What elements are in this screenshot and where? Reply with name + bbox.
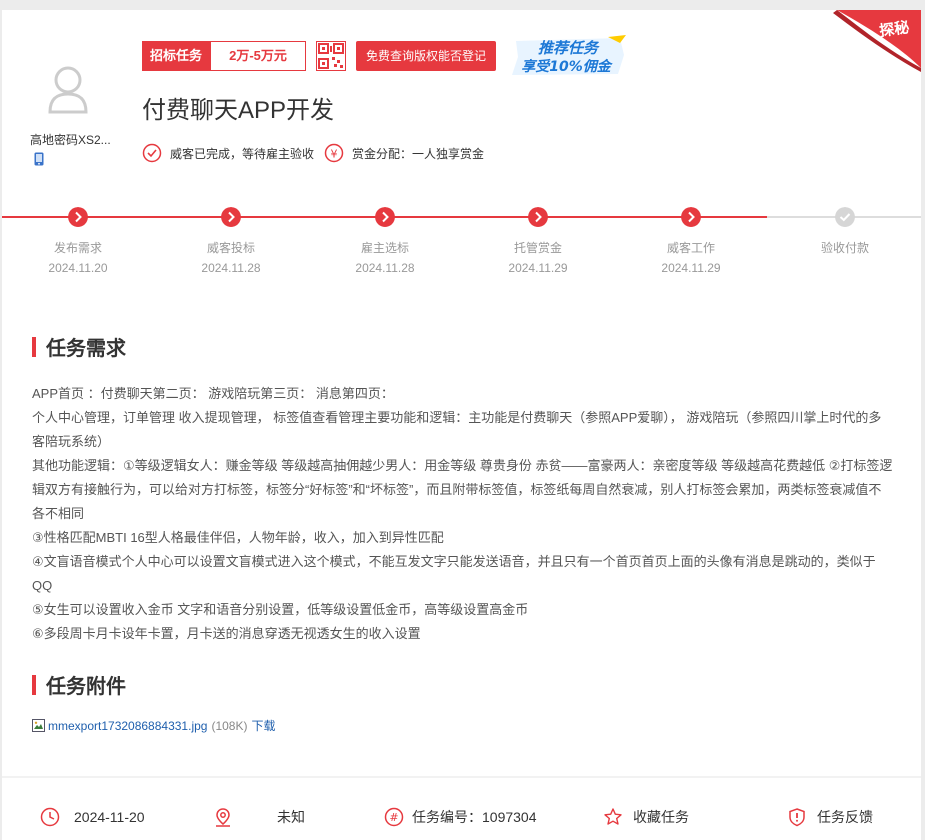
- step-date: 2024.11.20: [48, 261, 108, 275]
- step-arrow-icon: [221, 207, 241, 227]
- check-circle-icon: [142, 143, 162, 163]
- bid-task-tag: 招标任务: [142, 41, 211, 71]
- progress-step: 威客投标 2024.11.28: [171, 205, 291, 275]
- attachment-file-size: (108K): [211, 718, 248, 733]
- reward-split-text: 赏金分配：一人独享赏金: [352, 146, 485, 161]
- price-range: 2万-5万元: [210, 41, 307, 71]
- requirements-text: APP首页 ：付费聊天第二页： 游戏陪玩第三页： 消息第四页： 个人中心管理，订…: [32, 382, 894, 646]
- divider: [2, 776, 921, 778]
- task-feedback-button[interactable]: 任务反馈: [787, 800, 873, 834]
- requirement-line: APP首页 ：付费聊天第二页： 游戏陪玩第三页： 消息第四页：: [32, 386, 394, 401]
- progress-step: 雇主选标 2024.11.28: [325, 205, 445, 275]
- task-footer: 2024-11-20 未知 # 任务编号：1097304 收藏任务 任务反馈: [2, 800, 921, 834]
- progress-step: 发布需求 2024.11.20: [18, 205, 138, 275]
- step-label: 雇主选标: [360, 241, 409, 255]
- footer-location: 未知: [213, 800, 305, 834]
- recommended-task-promo[interactable]: 推荐任务 享受10%佣金: [508, 35, 628, 77]
- image-file-icon: [32, 719, 45, 732]
- yen-circle-icon: ¥: [324, 143, 344, 163]
- step-arrow-icon: [375, 207, 395, 227]
- requirement-line: 其他功能逻辑：①等级逻辑女人：赚金等级 等级越高抽佣越少男人：用金等级 尊贵身份…: [32, 458, 893, 521]
- attachment-download-link[interactable]: 下载: [251, 717, 275, 734]
- user-name[interactable]: 高地密码XS2...: [30, 131, 114, 148]
- avatar[interactable]: [36, 58, 100, 122]
- task-card: 探秘 高地密码XS2... 招标任务 2万-5万元 免费查询版权能否登记 推荐任…: [2, 10, 921, 840]
- qr-code-icon[interactable]: [316, 41, 347, 71]
- promo-line1: 推荐任务: [538, 39, 600, 57]
- step-arrow-icon: [528, 207, 548, 227]
- clock-icon: [40, 807, 60, 827]
- phone-verified-icon: [34, 152, 44, 166]
- progress-step: 威客工作 2024.11.29: [631, 205, 751, 275]
- step-label: 发布需求: [53, 241, 102, 255]
- step-label: 威客投标: [206, 241, 255, 255]
- task-status-row: 威客已完成，等待雇主验收 ¥ 赏金分配：一人独享赏金: [142, 143, 484, 163]
- step-label: 验收付款: [820, 241, 869, 255]
- location-pin-icon: [216, 808, 230, 827]
- progress-step: 托管赏金 2024.11.29: [478, 205, 598, 275]
- task-status-text: 威客已完成，等待雇主验收: [170, 146, 315, 161]
- requirements-heading-text: 任务需求: [46, 338, 126, 360]
- page-title: 付费聊天APP开发: [142, 97, 335, 124]
- promo-line2: 享受10%佣金: [521, 58, 614, 75]
- step-date: 2024.11.28: [355, 261, 415, 275]
- explore-corner-badge[interactable]: 探秘: [833, 10, 921, 72]
- task-tags: 招标任务 2万-5万元 免费查询版权能否登记 推荐任务 享受10%佣金: [142, 35, 628, 75]
- step-arrow-icon: [681, 207, 701, 227]
- requirements-heading: 任务需求: [32, 332, 126, 361]
- footer-task-number-text: 任务编号：1097304: [412, 809, 537, 825]
- footer-date-text: 2024-11-20: [74, 809, 145, 825]
- step-date: 2024.11.29: [508, 261, 568, 275]
- favorite-task-button[interactable]: 收藏任务: [603, 800, 689, 834]
- requirement-line: ⑤女生可以设置收入金币 文字和语音分别设置，低等级设置低金币，高等级设置高金币: [32, 602, 529, 617]
- step-date: 2024.11.29: [661, 261, 721, 275]
- svg-text:#: #: [389, 811, 398, 824]
- attachments-heading-text: 任务附件: [46, 676, 126, 698]
- footer-task-number: # 任务编号：1097304: [384, 800, 537, 834]
- hash-circle-icon: #: [384, 807, 404, 827]
- svg-text:¥: ¥: [331, 148, 338, 161]
- requirement-line: ④文盲语音模式个人中心可以设置文盲模式进入这个模式，不能互发文字只能发送语音，并…: [32, 554, 876, 593]
- favorite-task-label: 收藏任务: [633, 809, 689, 825]
- footer-location-text: 未知: [277, 809, 305, 825]
- step-date: 2024.11.28: [201, 261, 261, 275]
- requirement-line: 个人中心管理，订单管理 收入提现管理， 标签值查看管理主要功能和逻辑：主功能是付…: [32, 410, 882, 449]
- task-feedback-label: 任务反馈: [817, 809, 873, 825]
- user-info: 高地密码XS2...: [30, 58, 114, 171]
- requirement-line: ③性格匹配MBTI 16型人格最佳伴侣，人物年龄，收入，加入到异性匹配: [32, 530, 444, 545]
- footer-date: 2024-11-20: [40, 800, 145, 834]
- step-check-icon: [835, 207, 855, 227]
- attachment-file-link[interactable]: mmexport1732086884331.jpg: [48, 719, 207, 733]
- task-progress: 发布需求 2024.11.20 威客投标 2024.11.28 雇主选标 2024.11.…: [2, 205, 921, 285]
- shield-alert-icon: [789, 808, 805, 827]
- attachments-heading: 任务附件: [32, 670, 126, 699]
- copyright-check-button[interactable]: 免费查询版权能否登记: [356, 41, 497, 71]
- star-icon: [604, 808, 622, 825]
- step-label: 托管赏金: [513, 241, 562, 255]
- step-arrow-icon: [68, 207, 88, 227]
- progress-step: 验收付款: [785, 205, 905, 261]
- step-label: 威客工作: [666, 241, 715, 255]
- requirement-line: ⑥多段周卡月卡设年卡置，月卡送的消息穿透无视透女生的收入设置: [32, 626, 421, 641]
- attachment-item: mmexport1732086884331.jpg (108K) 下载: [32, 717, 276, 734]
